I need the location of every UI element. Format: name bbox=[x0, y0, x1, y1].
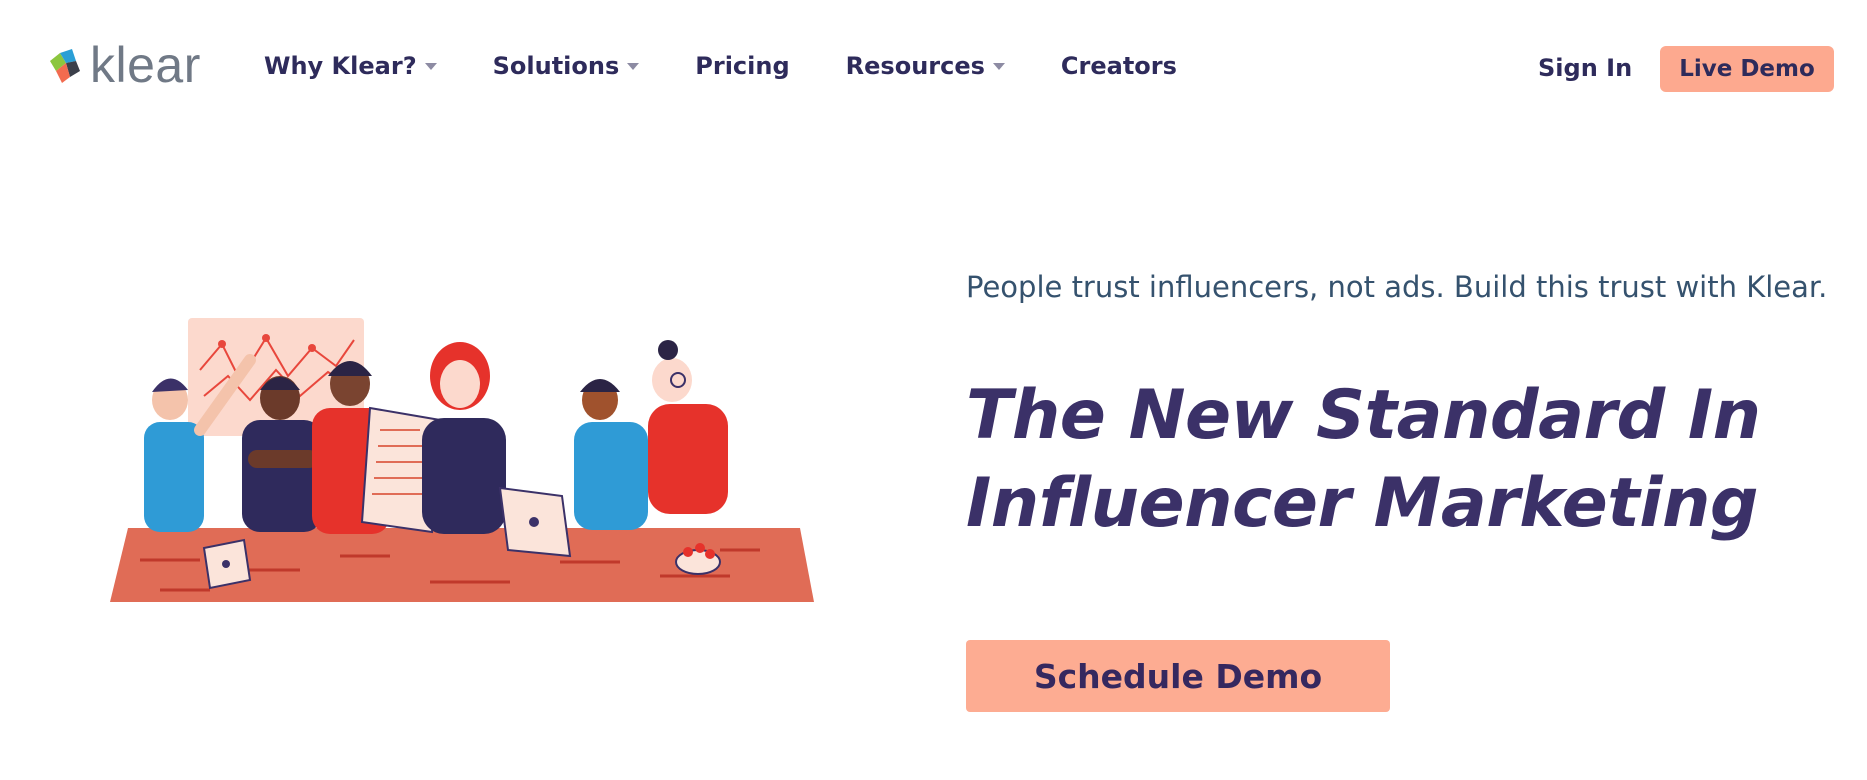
headline-line-1: The New Standard In bbox=[966, 376, 1761, 455]
nav-why-klear[interactable]: Why Klear? bbox=[264, 52, 437, 80]
nav-resources[interactable]: Resources bbox=[846, 52, 1005, 80]
team-meeting-illustration bbox=[110, 318, 814, 602]
nav-label: Creators bbox=[1060, 52, 1177, 80]
schedule-demo-button[interactable]: Schedule Demo bbox=[966, 640, 1390, 712]
site-header: klear Why Klear? Solutions Pricing Resou… bbox=[0, 0, 1867, 140]
main-nav: Why Klear? Solutions Pricing Resources C… bbox=[264, 52, 1233, 80]
nav-creators[interactable]: Creators bbox=[1061, 52, 1177, 80]
nav-pricing[interactable]: Pricing bbox=[695, 52, 789, 80]
sign-in-link[interactable]: Sign In bbox=[1538, 54, 1632, 82]
chevron-down-icon bbox=[424, 62, 437, 70]
hero-headline: The New Standard In Influencer Marketing bbox=[966, 372, 1761, 548]
klear-logo-icon bbox=[50, 49, 80, 83]
nav-label: Why Klear? bbox=[264, 52, 417, 80]
logo-wordmark: klear bbox=[90, 37, 201, 93]
nav-label: Solutions bbox=[492, 52, 620, 80]
chevron-down-icon bbox=[992, 62, 1005, 70]
hero-tagline: People trust influencers, not ads. Build… bbox=[966, 270, 1828, 304]
headline-line-2: Influencer Marketing bbox=[966, 464, 1759, 543]
live-demo-button[interactable]: Live Demo bbox=[1660, 46, 1834, 92]
chevron-down-icon bbox=[627, 62, 640, 70]
nav-label: Pricing bbox=[695, 52, 790, 80]
nav-solutions[interactable]: Solutions bbox=[493, 52, 640, 80]
nav-label: Resources bbox=[845, 52, 985, 80]
klear-logo[interactable]: klear bbox=[46, 40, 201, 90]
